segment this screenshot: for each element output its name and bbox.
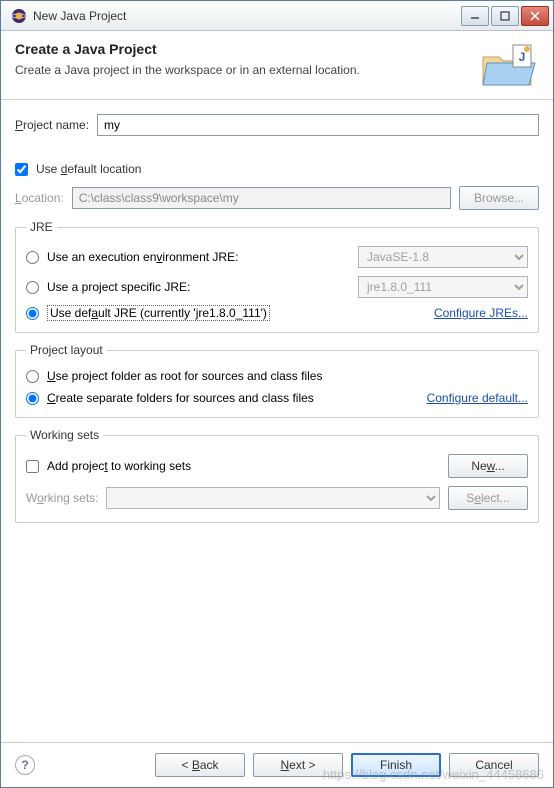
svg-text:J: J xyxy=(519,50,526,64)
jre-specific-select[interactable]: jre1.8.0_111 xyxy=(358,276,528,298)
finish-button[interactable]: Finish xyxy=(351,753,441,777)
select-working-sets-button[interactable]: Select... xyxy=(448,486,528,510)
jre-env-radio[interactable] xyxy=(26,251,39,264)
cancel-button[interactable]: Cancel xyxy=(449,753,539,777)
location-label: Location: xyxy=(15,191,64,205)
browse-button[interactable]: Browse... xyxy=(459,186,539,210)
jre-group: JRE Use an execution environment JRE: Ja… xyxy=(15,220,539,333)
window-title: New Java Project xyxy=(33,9,461,23)
minimize-button[interactable] xyxy=(461,6,489,26)
layout-separate-radio[interactable] xyxy=(26,392,39,405)
working-sets-select xyxy=(106,487,440,509)
layout-group: Project layout Use project folder as roo… xyxy=(15,343,539,418)
working-sets-label: Working sets: xyxy=(26,491,98,505)
project-name-input[interactable] xyxy=(97,114,539,136)
layout-legend: Project layout xyxy=(26,343,107,357)
jre-env-select[interactable]: JavaSE-1.8 xyxy=(358,246,528,268)
window-buttons xyxy=(461,6,549,26)
wizard-header: Create a Java Project Create a Java proj… xyxy=(1,31,553,100)
jre-default-radio[interactable] xyxy=(26,307,39,320)
working-sets-legend: Working sets xyxy=(26,428,103,442)
jre-legend: JRE xyxy=(26,220,57,234)
layout-root-radio[interactable] xyxy=(26,370,39,383)
layout-root-label: Use project folder as root for sources a… xyxy=(47,369,322,383)
jre-default-label: Use default JRE (currently 'jre1.8.0_111… xyxy=(47,306,270,320)
close-button[interactable] xyxy=(521,6,549,26)
project-name-row: Project name: xyxy=(15,114,539,136)
location-input xyxy=(72,187,451,209)
working-sets-group: Working sets Add project to working sets… xyxy=(15,428,539,523)
jre-env-label: Use an execution environment JRE: xyxy=(47,250,238,264)
page-subtitle: Create a Java project in the workspace o… xyxy=(15,63,479,77)
default-location-row: Use default location xyxy=(15,162,539,176)
back-button[interactable]: < Back xyxy=(155,753,245,777)
project-name-label: Project name: xyxy=(15,118,89,132)
eclipse-icon xyxy=(11,8,27,24)
folder-java-icon: J xyxy=(479,41,539,89)
configure-default-link[interactable]: Configure default... xyxy=(427,391,528,405)
jre-specific-label: Use a project specific JRE: xyxy=(47,280,190,294)
help-icon[interactable]: ? xyxy=(15,755,35,775)
add-working-sets-label: Add project to working sets xyxy=(47,459,191,473)
use-default-location-label: Use default location xyxy=(36,162,141,176)
use-default-location-checkbox[interactable] xyxy=(15,163,28,176)
add-working-sets-checkbox[interactable] xyxy=(26,460,39,473)
content-area: Project name: Use default location Locat… xyxy=(1,100,553,742)
configure-jres-link[interactable]: Configure JREs... xyxy=(434,306,528,320)
next-button[interactable]: Next > xyxy=(253,753,343,777)
maximize-button[interactable] xyxy=(491,6,519,26)
jre-specific-radio[interactable] xyxy=(26,281,39,294)
layout-separate-label: Create separate folders for sources and … xyxy=(47,391,314,405)
page-title: Create a Java Project xyxy=(15,41,479,57)
new-working-set-button[interactable]: New... xyxy=(448,454,528,478)
titlebar: New Java Project xyxy=(1,1,553,31)
location-row: Location: Browse... xyxy=(15,186,539,210)
wizard-footer: ? < Back Next > Finish Cancel xyxy=(1,742,553,787)
